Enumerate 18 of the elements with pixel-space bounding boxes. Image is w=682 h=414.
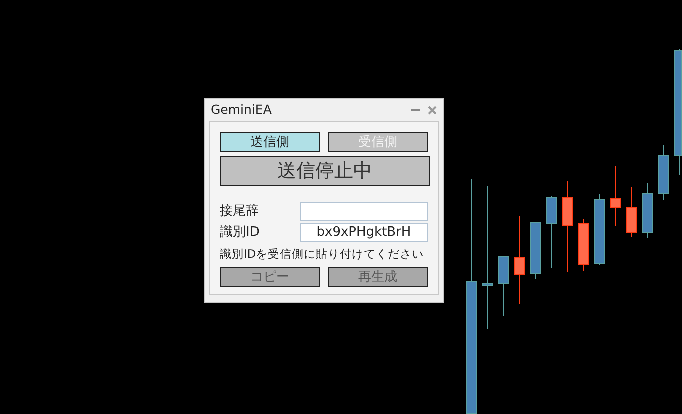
text-field[interactable] <box>300 202 428 222</box>
candlestick <box>626 186 638 238</box>
candlestick <box>498 256 510 316</box>
hint-text: 識別IDを受信側に貼り付けてください <box>220 246 426 263</box>
field-label: 識別ID <box>220 224 261 242</box>
candlestick <box>594 194 606 266</box>
status-button[interactable]: 送信停止中 <box>220 156 430 186</box>
candlestick <box>658 144 670 200</box>
candlestick <box>530 222 542 280</box>
window-title: GeminiEA <box>211 100 272 119</box>
close-icon[interactable] <box>428 106 437 114</box>
candlestick <box>642 182 654 238</box>
text-field[interactable]: bx9xPHgktBrH <box>300 222 428 242</box>
field-label: 接尾辞 <box>220 203 260 221</box>
candlestick <box>578 218 590 272</box>
minimize-icon[interactable] <box>411 108 420 112</box>
mode-tab[interactable]: 送信側 <box>220 132 320 152</box>
candlestick <box>610 166 622 226</box>
